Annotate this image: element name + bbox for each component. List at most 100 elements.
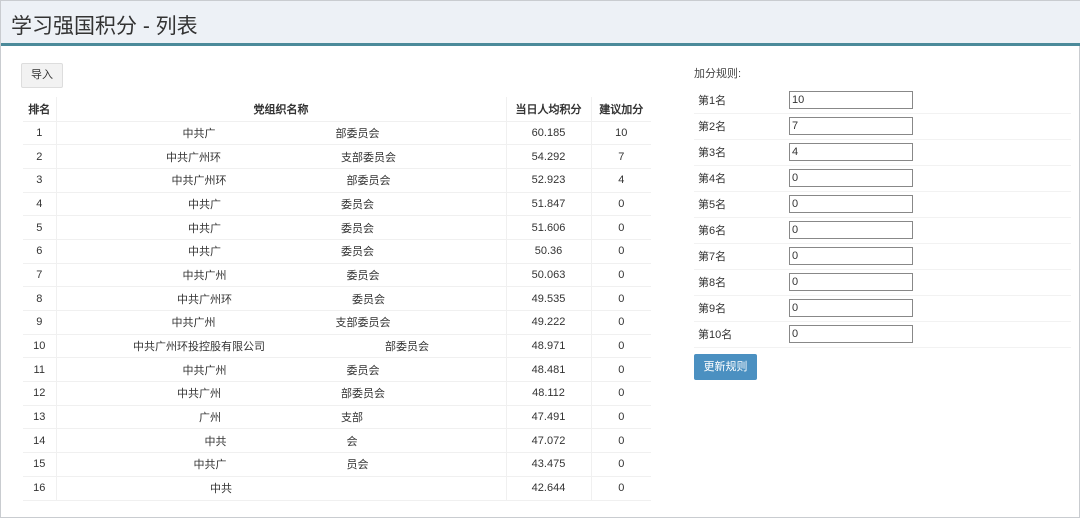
org-name-start: 中共广州 xyxy=(171,317,216,330)
table-row: 7 中共广州 委员会 50.063 0 xyxy=(23,263,651,288)
rule-row: 第9名 xyxy=(694,295,1071,322)
table-row: 4 中共广 委员会 51.847 0 xyxy=(23,192,651,217)
rule-row: 第1名 xyxy=(694,87,1071,114)
org-name-start: 中共广州环 xyxy=(177,293,232,306)
score-cell: 42.644 xyxy=(505,476,591,501)
org-name-start: 中共 xyxy=(204,435,227,448)
score-cell: 49.535 xyxy=(505,286,591,311)
bonus-cell: 0 xyxy=(590,334,651,359)
org-name-start: 中共广州环 xyxy=(171,175,227,188)
table-row: 6 中共广 委员会 50.36 0 xyxy=(23,239,651,264)
rule-row: 第4名 xyxy=(694,165,1071,192)
rule-value-input[interactable] xyxy=(789,247,913,265)
org-name-end: 支部 xyxy=(341,412,363,425)
update-rules-button[interactable]: 更新规则 xyxy=(694,354,757,380)
table-row: 15 中共广 员会 43.475 0 xyxy=(23,452,651,477)
rule-value-input[interactable] xyxy=(789,117,913,135)
org-name-end: 委员会 xyxy=(341,222,374,235)
column-header-rank: 排名 xyxy=(23,97,56,122)
org-name-cell: 中共广 委员会 xyxy=(55,192,506,217)
rule-input-cell xyxy=(789,191,1071,218)
rule-row: 第6名 xyxy=(694,217,1071,244)
bonus-cell: 0 xyxy=(590,192,651,217)
rule-value-input[interactable] xyxy=(789,299,913,317)
rule-value-input[interactable] xyxy=(789,195,913,213)
rule-value-input[interactable] xyxy=(789,90,913,109)
bonus-cell: 0 xyxy=(590,428,651,454)
rank-cell: 9 xyxy=(23,310,56,335)
rule-input-cell xyxy=(789,321,1071,348)
rule-input-cell xyxy=(789,113,1071,140)
org-name-cell: 中共广州环 支部委员会 xyxy=(55,144,506,169)
page-title: 学习强国积分 - 列表 xyxy=(11,15,198,38)
org-name-start: 中共广 xyxy=(188,198,221,211)
rank-cell: 8 xyxy=(23,286,56,311)
rank-cell: 10 xyxy=(23,334,56,359)
rule-row: 第5名 xyxy=(694,191,1071,218)
bonus-cell: 0 xyxy=(590,286,651,311)
bonus-cell: 7 xyxy=(590,144,651,169)
rank-cell: 3 xyxy=(23,168,56,193)
rule-value-input[interactable] xyxy=(789,325,913,343)
bonus-cell: 0 xyxy=(590,452,651,477)
table-row: 8 中共广州环 委员会 49.535 0 xyxy=(23,286,651,311)
table-row: 11 中共广州 委员会 48.481 0 xyxy=(23,357,651,383)
rule-row: 第3名 xyxy=(694,139,1071,166)
bonus-cell: 0 xyxy=(590,263,651,288)
rule-value-input[interactable] xyxy=(789,143,913,161)
rule-row: 第10名 xyxy=(694,321,1071,348)
score-cell: 43.475 xyxy=(505,452,591,477)
rule-value-input[interactable] xyxy=(789,221,913,239)
org-name-end: 员会 xyxy=(346,459,369,472)
org-name-start: 中共 xyxy=(210,483,232,496)
org-name-end: 委员会 xyxy=(352,293,385,306)
rule-input-cell xyxy=(789,217,1071,244)
rule-label: 第5名 xyxy=(694,191,789,218)
org-name-cell: 中共广州 部委员会 xyxy=(55,381,506,406)
rule-label: 第8名 xyxy=(694,269,789,296)
org-name-cell: 中共广州环 部委员会 xyxy=(55,168,506,193)
score-cell: 49.222 xyxy=(505,310,591,335)
table-header-row: 排名 党组织名称 当日人均积分 建议加分 xyxy=(23,97,651,122)
import-button[interactable]: 导入 xyxy=(21,63,63,88)
org-name-cell: 中共广州 委员会 xyxy=(55,263,506,288)
bonus-cell: 0 xyxy=(590,381,651,406)
org-name-cell: 中共广州 支部委员会 xyxy=(55,310,506,335)
rule-row: 第2名 xyxy=(694,113,1071,140)
rules-label: 加分规则: xyxy=(694,68,742,80)
rule-label: 第1名 xyxy=(694,87,789,114)
org-name-end: 支部委员会 xyxy=(335,317,391,330)
ranking-table: 排名 党组织名称 当日人均积分 建议加分 1 中共广 部委员会 60.185 10… xyxy=(23,97,651,501)
rule-label: 第9名 xyxy=(694,295,789,322)
org-name-start: 中共广 xyxy=(193,459,227,472)
rule-input-cell xyxy=(789,87,1071,114)
score-cell: 47.072 xyxy=(505,428,591,454)
rule-input-cell xyxy=(789,295,1071,322)
rule-value-input[interactable] xyxy=(789,169,913,187)
org-name-start: 中共广 xyxy=(188,222,221,235)
org-name-cell: 中共广州 委员会 xyxy=(55,357,506,383)
rule-input-cell xyxy=(789,243,1071,270)
org-name-start: 中共广州 xyxy=(182,269,227,282)
rank-cell: 14 xyxy=(23,428,56,454)
bonus-cell: 0 xyxy=(590,476,651,501)
rule-value-input[interactable] xyxy=(789,273,913,291)
score-cell: 51.606 xyxy=(505,215,591,240)
rule-label: 第2名 xyxy=(694,113,789,140)
rule-row: 第8名 xyxy=(694,269,1071,296)
org-name-cell: 中共 xyxy=(55,476,506,501)
score-cell: 48.112 xyxy=(505,381,591,406)
table-row: 10 中共广州环投控股有限公司 部委员会 48.971 0 xyxy=(23,334,651,359)
org-name-end: 委员会 xyxy=(341,246,374,259)
org-name-cell: 中共广 委员会 xyxy=(55,239,506,264)
bonus-cell: 10 xyxy=(590,121,651,146)
rank-cell: 15 xyxy=(23,452,56,477)
org-name-end: 部委员会 xyxy=(346,175,391,188)
org-name-cell: 中共广州环 委员会 xyxy=(55,286,506,311)
rule-label: 第6名 xyxy=(694,217,789,244)
org-name-end: 部委员会 xyxy=(385,341,429,354)
bonus-cell: 0 xyxy=(590,405,651,430)
org-name-start: 中共广州 xyxy=(182,364,227,377)
org-name-end: 委员会 xyxy=(346,364,380,377)
org-name-end: 委员会 xyxy=(341,198,374,211)
